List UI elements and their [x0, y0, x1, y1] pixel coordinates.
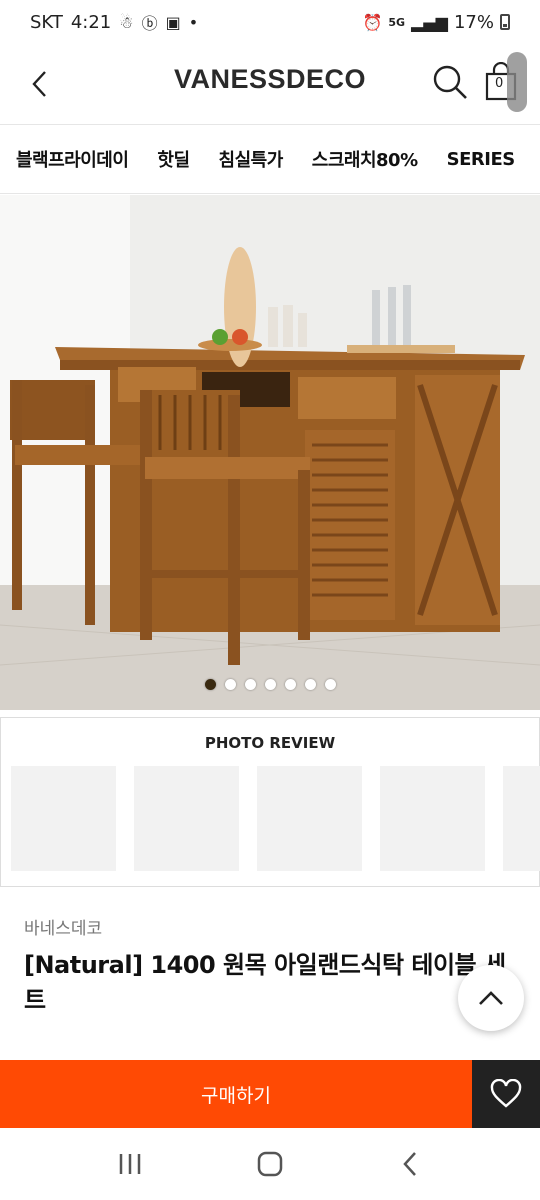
category-tab-black-friday[interactable]: 블랙프라이데이 — [16, 146, 129, 172]
carousel-dot[interactable] — [224, 679, 236, 690]
carousel-dots — [0, 679, 540, 690]
search-button[interactable] — [430, 62, 470, 102]
carousel-dot[interactable] — [204, 679, 216, 690]
recent-apps-icon — [119, 1154, 141, 1174]
alarm-icon: ⏰ — [362, 12, 383, 32]
photo-review-section: PHOTO REVIEW — [0, 717, 540, 887]
review-thumbnail[interactable] — [11, 766, 116, 871]
buy-button[interactable]: 구매하기 — [0, 1060, 472, 1128]
category-tab-series[interactable]: SERIES — [447, 149, 516, 170]
scroll-handle[interactable] — [507, 52, 527, 112]
carousel-dot[interactable] — [264, 679, 276, 690]
review-thumbnail[interactable] — [257, 766, 362, 871]
heart-icon — [490, 1079, 522, 1108]
wishlist-button[interactable] — [472, 1060, 540, 1128]
cart-count-badge: 0 — [495, 76, 504, 91]
review-thumbnail[interactable] — [380, 766, 485, 871]
home-button[interactable] — [240, 1140, 300, 1188]
review-thumbnails — [11, 766, 540, 871]
battery-percent: 17% — [453, 11, 494, 33]
carousel-dot[interactable] — [244, 679, 256, 690]
category-tab-hot-deal[interactable]: 핫딜 — [157, 146, 190, 172]
category-nav: 블랙프라이데이 핫딜 침실특가 스크래치80% SERIES — [0, 124, 540, 194]
category-tab-bedroom[interactable]: 침실특가 — [219, 146, 284, 172]
scroll-to-top-button[interactable] — [458, 965, 524, 1031]
product-brand[interactable]: 바네스데코 — [24, 914, 102, 939]
battery-icon — [500, 14, 510, 30]
home-icon — [257, 1151, 283, 1177]
network-label: 5G — [388, 15, 406, 29]
back-arrow-icon — [403, 1152, 416, 1176]
carousel-dot[interactable] — [304, 679, 316, 690]
carrier-label: SKT — [30, 11, 63, 33]
category-tab-scratch[interactable]: 스크래치80% — [312, 146, 418, 172]
signal-icon: ▂▄▆ — [411, 12, 448, 32]
notification-icon: ☃ — [119, 12, 134, 32]
back-button[interactable] — [22, 64, 58, 104]
recent-apps-button[interactable] — [100, 1140, 160, 1188]
product-image-carousel[interactable] — [0, 195, 540, 710]
purchase-bar: 구매하기 — [0, 1060, 540, 1128]
carousel-dot[interactable] — [284, 679, 296, 690]
system-nav-bar — [0, 1128, 540, 1200]
product-photo — [0, 195, 540, 710]
chevron-left-icon — [32, 71, 46, 97]
status-left: SKT 4:21 ☃ ⓑ ▣ • — [30, 10, 198, 34]
search-icon — [433, 65, 467, 99]
review-thumbnail[interactable] — [503, 766, 540, 871]
status-bar: SKT 4:21 ☃ ⓑ ▣ • ⏰ 5G ▂▄▆ 17% — [0, 0, 540, 44]
app-header: VANESSDECO 0 — [0, 44, 540, 124]
chevron-up-icon — [479, 991, 503, 1005]
image-icon: ▣ — [165, 12, 181, 32]
clock: 4:21 — [70, 11, 112, 33]
more-dot-icon: • — [188, 12, 199, 32]
app-b-icon: ⓑ — [141, 14, 158, 33]
carousel-dot[interactable] — [324, 679, 336, 690]
system-back-button[interactable] — [380, 1140, 440, 1188]
product-title: [Natural] 1400 원목 아일랜드식탁 테이블 세트 — [24, 951, 506, 1014]
photo-review-title: PHOTO REVIEW — [204, 734, 336, 752]
status-right: ⏰ 5G ▂▄▆ 17% — [362, 12, 510, 33]
review-thumbnail[interactable] — [134, 766, 239, 871]
